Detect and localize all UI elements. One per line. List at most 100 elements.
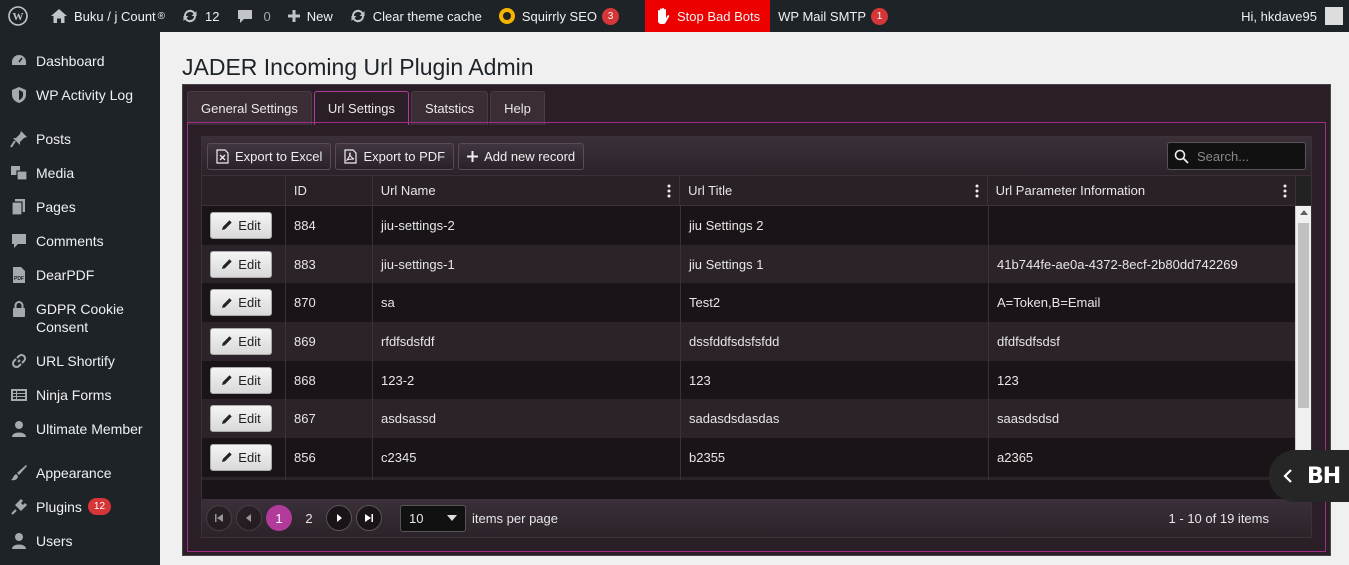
sidebar-item-url-shortify[interactable]: URL Shortify	[0, 344, 160, 378]
user-icon	[9, 420, 29, 438]
media-icon	[9, 164, 29, 182]
squirrly-badge: 3	[602, 7, 620, 25]
site-name-link[interactable]: Buku / j Count ®	[42, 0, 173, 32]
wordpress-logo[interactable]: W	[0, 0, 42, 32]
grid-pager: 1 2 10 items per page 1 - 10 of 19 items	[202, 499, 1311, 537]
tab-general-settings[interactable]: General Settings	[187, 91, 312, 125]
edit-button[interactable]: Edit	[210, 327, 272, 355]
cell-actions: Edit	[202, 438, 285, 477]
header-id[interactable]: ID	[284, 176, 372, 205]
updates-link[interactable]: 12	[173, 0, 227, 32]
page-size-select[interactable]: 10	[400, 504, 466, 532]
sidebar-item-label: GDPR Cookie Consent	[36, 301, 124, 335]
edit-button[interactable]: Edit	[210, 405, 272, 433]
last-page-button[interactable]	[356, 505, 382, 531]
stop-bots-label: Stop Bad Bots	[677, 8, 761, 24]
sidebar-item-label: Comments	[36, 233, 104, 249]
tab-statstics[interactable]: Statstics	[411, 91, 489, 125]
export-excel-button[interactable]: Export to Excel	[207, 142, 332, 170]
edit-button[interactable]: Edit	[210, 443, 272, 471]
sidebar-item-wp-activity-log[interactable]: WP Activity Log	[0, 78, 160, 112]
site-name: Buku / j Count	[74, 8, 156, 24]
scroll-thumb[interactable]	[1298, 223, 1309, 408]
sidebar-item-dearpdf[interactable]: PDF DearPDF	[0, 258, 160, 292]
pencil-icon	[222, 220, 232, 231]
prev-page-button[interactable]	[236, 505, 262, 531]
cell-actions: Edit	[202, 206, 285, 245]
squirrly-seo-link[interactable]: Squirrly SEO 3	[490, 0, 627, 32]
export-excel-label: Export to Excel	[235, 148, 323, 164]
sidebar-item-plugins[interactable]: Plugins 12	[0, 490, 160, 524]
tab-help[interactable]: Help	[490, 91, 545, 125]
cell-id: 870	[285, 283, 372, 323]
svg-text:W: W	[13, 11, 24, 23]
sidebar-item-ninja-forms[interactable]: Ninja Forms	[0, 378, 160, 412]
cell-url-name	[372, 476, 680, 480]
refresh-icon	[183, 9, 197, 23]
header-scroll-spacer	[1295, 176, 1312, 205]
last-page-icon	[365, 514, 373, 522]
sidebar-item-posts[interactable]: Posts	[0, 122, 160, 156]
column-menu-icon[interactable]	[975, 184, 979, 198]
table-row: Edit	[202, 476, 1311, 480]
cell-url-param	[988, 476, 1297, 480]
sidebar-item-dashboard[interactable]: Dashboard	[0, 44, 160, 78]
column-menu-icon[interactable]	[1283, 184, 1287, 198]
cell-actions: Edit	[202, 361, 285, 400]
greeting: Hi, hkdave95	[1241, 8, 1317, 24]
sidebar-item-ultimate-member[interactable]: Ultimate Member	[0, 412, 160, 446]
search-icon	[1174, 149, 1189, 164]
plugin-icon	[9, 498, 29, 516]
page-1-button[interactable]: 1	[266, 505, 292, 531]
link-icon	[9, 352, 29, 370]
cell-id: 883	[285, 244, 372, 284]
floating-bh-widget[interactable]: BH	[1269, 450, 1349, 502]
pager-info: 1 - 10 of 19 items	[1168, 510, 1269, 526]
sidebar-item-pages[interactable]: Pages	[0, 190, 160, 224]
table-row: Edit 868 123-2 123 123	[202, 360, 1311, 400]
first-page-button[interactable]	[206, 505, 232, 531]
page-2-button[interactable]: 2	[296, 505, 322, 531]
sidebar-item-label: Dashboard	[36, 53, 105, 69]
chevron-down-icon	[447, 515, 457, 521]
next-page-button[interactable]	[326, 505, 352, 531]
cell-actions: Edit	[202, 322, 285, 361]
sidebar-item-users[interactable]: Users	[0, 524, 160, 558]
sidebar-item-media[interactable]: Media	[0, 156, 160, 190]
sidebar-item-appearance[interactable]: Appearance	[0, 456, 160, 490]
header-url-title[interactable]: Url Title	[679, 176, 986, 205]
pages-icon	[9, 198, 29, 216]
sidebar-item-gdpr-cookie-consent[interactable]: GDPR Cookie Consent	[0, 292, 160, 344]
edit-button[interactable]: Edit	[210, 289, 272, 317]
cell-url-param: A=Token,B=Email	[988, 283, 1297, 323]
comments-link[interactable]: 0	[228, 0, 279, 32]
edit-button[interactable]: Edit	[210, 211, 272, 239]
tab-url-settings[interactable]: Url Settings	[313, 91, 410, 125]
edit-button[interactable]: Edit	[210, 366, 272, 394]
column-menu-icon[interactable]	[667, 184, 671, 198]
header-url-param[interactable]: Url Parameter Information	[986, 176, 1295, 205]
search-input[interactable]	[1197, 148, 1297, 164]
cell-url-name: jiu-settings-2	[372, 206, 680, 245]
export-pdf-button[interactable]: Export to PDF	[335, 142, 455, 170]
table-row: Edit 883 jiu-settings-1 jiu Settings 1 41b74…	[202, 244, 1311, 284]
cell-id	[285, 476, 372, 480]
add-record-button[interactable]: Add new record	[458, 142, 585, 170]
header-url-name[interactable]: Url Name	[371, 176, 679, 205]
chevron-left-icon	[1283, 469, 1292, 483]
vertical-scrollbar[interactable]	[1295, 206, 1311, 480]
edit-button[interactable]: Edit	[210, 250, 272, 278]
clear-cache-link[interactable]: Clear theme cache	[341, 0, 490, 32]
new-content-link[interactable]: New	[279, 0, 341, 32]
cell-url-param: 123	[988, 360, 1297, 400]
plus-icon	[467, 150, 479, 162]
items-per-page-label: items per page	[472, 510, 558, 526]
sidebar-item-comments[interactable]: Comments	[0, 224, 160, 258]
account-menu[interactable]: Hi, hkdave95	[1241, 7, 1349, 25]
stop-bad-bots-link[interactable]: Stop Bad Bots	[645, 0, 771, 32]
next-page-icon	[337, 514, 342, 522]
search-box	[1167, 142, 1306, 170]
scroll-up-arrow[interactable]	[1300, 210, 1308, 215]
shield-icon	[9, 86, 29, 104]
wp-mail-smtp-link[interactable]: WP Mail SMTP 1	[770, 0, 896, 32]
